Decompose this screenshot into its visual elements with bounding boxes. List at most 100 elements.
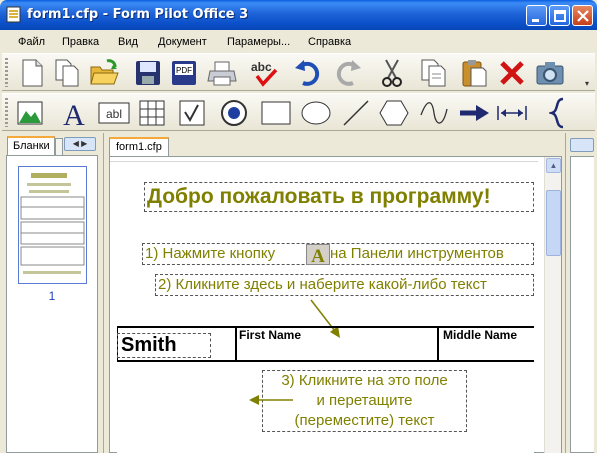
surname-text[interactable]: Smith [117,333,211,358]
undo-button[interactable] [292,57,324,89]
maximize-icon [554,10,566,22]
undo-icon [295,60,320,86]
brace-tool-button[interactable] [542,97,574,129]
page-thumbnail-preview [20,173,85,274]
menu-options[interactable]: Парамеры... [227,36,290,48]
new-document-icon [22,59,43,87]
right-panel-tab[interactable] [570,138,594,152]
step2-hint[interactable]: 2) Кликните здесь и наберите какой-либо … [155,274,534,296]
menu-file[interactable]: Файл [18,36,45,48]
welcome-heading[interactable]: Добро пожаловать в программу! [144,182,534,212]
checkbox-icon [179,100,205,126]
hexagon-icon [379,100,409,126]
spell-check-icon: abc [251,60,278,87]
step1-hint[interactable]: 1) Нажмите кнопку A на Панели инструмент… [142,243,534,267]
menu-document[interactable]: Документ [158,36,207,48]
svg-text:A: A [63,99,85,129]
main-toolbar: PDF abc ▾ [2,53,595,91]
save-button[interactable] [132,57,164,89]
toolbar-grip[interactable] [5,58,8,87]
svg-text:A: A [311,246,325,264]
open-folder-button[interactable] [88,57,120,89]
menu-help[interactable]: Справка [308,36,351,48]
toolbar-grip[interactable] [5,98,8,127]
scroll-thumb[interactable] [546,190,561,256]
step3-line3: (переместите) текст [294,412,435,429]
cut-button[interactable] [376,57,408,89]
svg-text:abc: abc [251,60,272,74]
save-icon [136,61,160,85]
text-tool-button[interactable]: A [58,97,90,129]
form-line [235,326,237,361]
rectangle-icon [261,101,291,125]
redo-icon [336,60,361,86]
spell-check-button[interactable]: abc [248,57,280,89]
printer-icon [207,61,237,86]
drag-arrow-icon [249,395,293,405]
maximize-button[interactable] [549,5,570,26]
ellipse-tool-button[interactable] [300,97,332,129]
text-icon: A [63,99,85,129]
arrow-to-field-icon [310,299,340,338]
svg-text:PDF: PDF [176,66,192,75]
right-panel [565,133,597,453]
grid-tool-button[interactable] [136,97,168,129]
image-tool-button[interactable] [14,97,46,129]
text-field-tool-button[interactable]: abl [98,97,130,129]
scissors-icon [382,59,402,87]
redo-button[interactable] [332,57,364,89]
title-bar[interactable]: form1.cfp - Form Pilot Office 3 [0,0,597,30]
thumbnail-list[interactable]: 1 [6,155,98,453]
window-title: form1.cfp - Form Pilot Office 3 [27,7,249,22]
tab-forms[interactable]: Бланки [7,136,55,155]
checkbox-tool-button[interactable] [176,97,208,129]
step3-line1: 3) Кликните на это поле [281,372,448,389]
step1-text-before: 1) Нажмите кнопку [145,245,276,262]
brace-icon [549,97,564,129]
menu-edit[interactable]: Правка [62,36,99,48]
form-line [117,360,534,362]
image-icon [17,101,43,125]
export-pdf-button[interactable]: PDF [168,57,200,89]
delete-button[interactable] [496,57,528,89]
camera-icon [536,62,564,85]
menu-view[interactable]: Вид [118,36,138,48]
tab-document[interactable]: form1.cfp [109,137,169,157]
toolbar-overflow-icon[interactable]: ▾ [585,79,593,88]
top-ruler [110,157,538,162]
middle-name-label: Middle Name [443,328,518,342]
radio-tool-button[interactable] [218,97,250,129]
new-document-button[interactable] [16,57,48,89]
panel-nav-arrows[interactable]: ◀ ▶ [64,137,96,151]
page-thumbnail[interactable] [18,166,87,284]
close-button[interactable] [572,5,593,26]
forms-panel: Бланки ◀ ▶ 1 [0,133,104,453]
text-field-icon: abl [98,102,130,124]
drawing-toolbar: A abl [2,93,595,131]
document-canvas[interactable]: Добро пожаловать в программу! 1) Нажмите… [109,156,562,453]
form-page[interactable]: Добро пожаловать в программу! 1) Нажмите… [117,163,534,453]
page-number: 1 [48,289,56,303]
arrow-icon [460,105,489,121]
tab-secondary[interactable] [55,138,63,155]
line-tool-button[interactable] [340,97,372,129]
pdf-icon: PDF [172,61,196,85]
print-button[interactable] [206,57,238,89]
scan-button[interactable] [534,57,566,89]
minimize-button[interactable] [526,5,547,26]
arrow-tool-button[interactable] [458,97,490,129]
line-icon [343,100,369,126]
copy-button[interactable] [418,57,450,89]
copy-document-button[interactable] [52,57,84,89]
curve-tool-button[interactable] [418,97,450,129]
hexagon-tool-button[interactable] [378,97,410,129]
document-area: form1.cfp Добро пожаловать в программу! … [106,133,564,453]
vertical-scrollbar[interactable]: ▲ [544,157,561,453]
close-icon [577,10,589,22]
rectangle-tool-button[interactable] [260,97,292,129]
grid-icon [139,100,165,126]
scroll-up-arrow-icon[interactable]: ▲ [546,158,561,173]
dimension-tool-button[interactable] [496,97,528,129]
paste-button[interactable] [458,57,490,89]
menu-bar: Файл Правка Вид Документ Парамеры... Спр… [0,30,597,52]
